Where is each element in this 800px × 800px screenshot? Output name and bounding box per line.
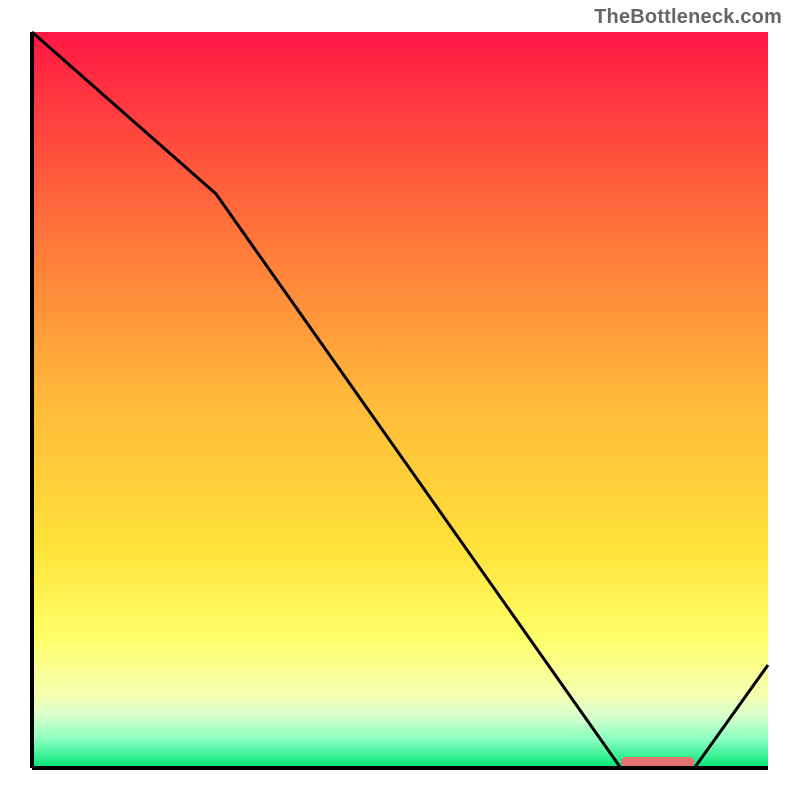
chart-container: TheBottleneck.com — [0, 0, 800, 800]
optimum-marker — [621, 757, 695, 767]
bottleneck-chart — [30, 30, 770, 770]
chart-svg — [30, 30, 770, 770]
chart-background — [32, 32, 768, 768]
attribution-text: TheBottleneck.com — [594, 6, 782, 29]
